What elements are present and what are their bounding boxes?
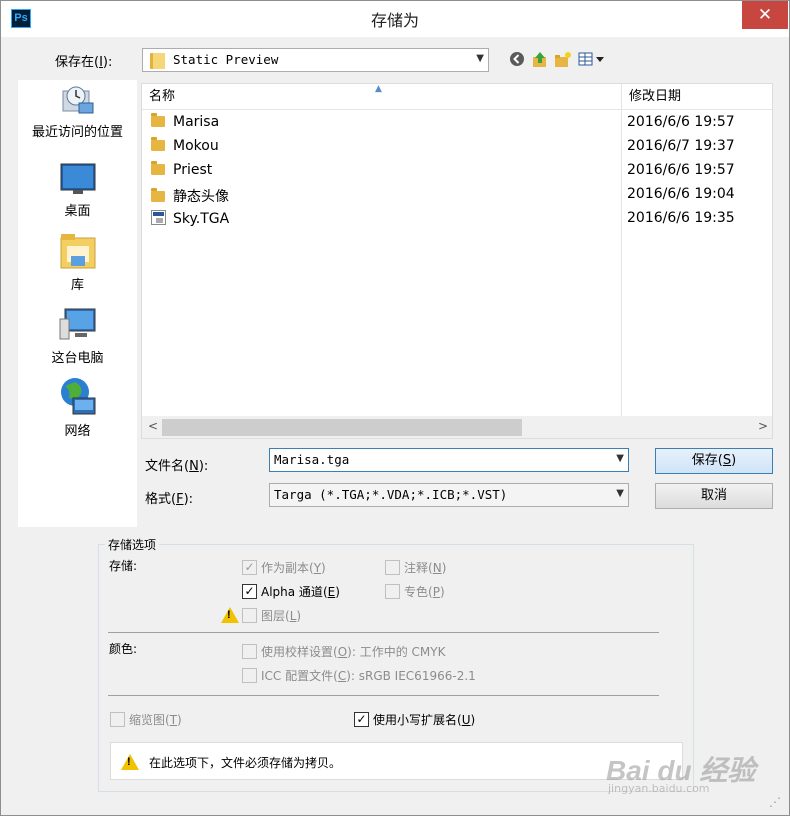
warning-icon: ! bbox=[121, 754, 139, 770]
place-this-pc[interactable]: 这台电脑 bbox=[18, 305, 137, 366]
filename-label: 文件名(N): bbox=[145, 459, 209, 474]
thumbnail-checkbox[interactable]: 缩览图(T) bbox=[110, 711, 182, 728]
file-name: Marisa bbox=[173, 114, 220, 130]
scroll-left-icon[interactable]: < bbox=[148, 419, 158, 433]
checkmark-icon: ✓ bbox=[354, 712, 369, 727]
file-name: Mokou bbox=[173, 138, 219, 154]
resize-grip-icon[interactable]: ⋰ bbox=[769, 795, 781, 809]
close-icon: ✕ bbox=[757, 5, 773, 25]
save-as-dialog: Ps 存储为 ✕ 保存在(I): Static Preview ▼ 最近访问的位… bbox=[0, 0, 790, 816]
scroll-right-icon[interactable]: > bbox=[758, 419, 768, 433]
checkmark-icon: ✓ bbox=[242, 584, 257, 599]
place-libraries[interactable]: 库 bbox=[18, 232, 137, 293]
up-one-level-button[interactable] bbox=[531, 51, 549, 69]
folder-icon bbox=[151, 137, 165, 151]
view-menu-button[interactable] bbox=[578, 51, 606, 69]
file-row[interactable]: Priest 2016/6/6 19:57 bbox=[142, 159, 772, 183]
network-icon bbox=[59, 376, 97, 416]
folder-icon bbox=[151, 161, 165, 175]
as-copy-checkbox[interactable]: ✓ 作为副本(Y) bbox=[242, 559, 326, 576]
close-button[interactable]: ✕ bbox=[742, 1, 788, 29]
spot-colors-checkbox[interactable]: 专色(P) bbox=[385, 583, 445, 600]
folder-icon bbox=[150, 53, 165, 69]
divider bbox=[108, 632, 659, 633]
scrollbar-thumb[interactable] bbox=[162, 419, 522, 436]
filename-input[interactable]: Marisa.tga ▼ bbox=[269, 448, 629, 472]
cancel-button[interactable]: 取消 bbox=[655, 483, 773, 509]
new-folder-button[interactable] bbox=[554, 51, 572, 69]
baidu-watermark: Bai du 经验 jingyan.baidu.com bbox=[606, 731, 756, 801]
place-recent[interactable]: 最近访问的位置 bbox=[18, 83, 137, 140]
chevron-down-icon: ▼ bbox=[476, 53, 484, 64]
horizontal-scrollbar[interactable]: < > bbox=[142, 416, 772, 438]
up-folder-icon bbox=[533, 52, 546, 67]
recent-places-icon bbox=[59, 83, 97, 117]
view-menu-icon bbox=[578, 52, 604, 66]
file-date: 2016/6/7 19:37 bbox=[627, 138, 735, 154]
place-label: 桌面 bbox=[64, 204, 91, 219]
warning-icon: ! bbox=[221, 607, 239, 623]
place-label: 这台电脑 bbox=[51, 351, 104, 366]
new-folder-icon bbox=[555, 52, 571, 67]
place-label: 最近访问的位置 bbox=[31, 125, 123, 140]
desktop-icon bbox=[59, 162, 97, 196]
file-date: 2016/6/6 19:57 bbox=[627, 114, 735, 130]
checkmark-icon: ✓ bbox=[242, 560, 257, 575]
color-label: 颜色: bbox=[109, 642, 138, 656]
notes-checkbox[interactable]: 注释(N) bbox=[385, 559, 446, 576]
libraries-icon bbox=[59, 232, 97, 270]
back-button[interactable] bbox=[508, 51, 526, 69]
notice-text: 在此选项下，文件必须存储为拷贝。 bbox=[149, 756, 342, 770]
place-desktop[interactable]: 桌面 bbox=[18, 162, 137, 219]
file-name: Priest bbox=[173, 162, 213, 178]
chevron-down-icon[interactable]: ▼ bbox=[616, 453, 624, 464]
save-in-value: Static Preview bbox=[173, 52, 279, 67]
file-date: 2016/6/6 19:57 bbox=[627, 162, 735, 178]
alpha-channels-checkbox[interactable]: ✓ Alpha 通道(E) bbox=[242, 583, 340, 600]
file-list: 名称 ▲ 修改日期 Marisa 2016/6/6 19:57 Mokou 20… bbox=[141, 83, 773, 439]
divider bbox=[108, 695, 659, 696]
title-bar: Ps 存储为 ✕ bbox=[1, 1, 789, 37]
file-name: 静态头像 bbox=[173, 189, 229, 205]
storage-label: 存储: bbox=[109, 559, 138, 573]
tga-file-icon bbox=[151, 210, 166, 225]
back-icon bbox=[510, 52, 524, 66]
use-proof-setup-checkbox[interactable]: 使用校样设置(O): 工作中的 CMYK bbox=[242, 643, 445, 660]
place-network[interactable]: 网络 bbox=[18, 376, 137, 439]
chevron-down-icon: ▼ bbox=[616, 488, 624, 499]
save-in-dropdown[interactable]: Static Preview ▼ bbox=[142, 48, 489, 72]
folder-icon bbox=[151, 188, 165, 202]
format-value: Targa (*.TGA;*.VDA;*.ICB;*.VST) bbox=[274, 487, 508, 502]
file-row[interactable]: 静态头像 2016/6/6 19:04 bbox=[142, 183, 772, 207]
file-date: 2016/6/6 19:04 bbox=[627, 186, 735, 202]
places-bar: 最近访问的位置 桌面 库 这台电脑 网络 bbox=[18, 80, 137, 527]
save-options-legend: 存储选项 bbox=[105, 536, 160, 553]
dialog-title: 存储为 bbox=[370, 11, 419, 30]
file-row[interactable]: Marisa 2016/6/6 19:57 bbox=[142, 111, 772, 135]
format-dropdown[interactable]: Targa (*.TGA;*.VDA;*.ICB;*.VST) ▼ bbox=[269, 483, 629, 507]
sort-ascending-icon: ▲ bbox=[375, 84, 382, 94]
filename-value: Marisa.tga bbox=[274, 452, 350, 467]
folder-icon bbox=[151, 113, 165, 127]
column-header-date[interactable]: 修改日期 bbox=[622, 84, 772, 110]
file-date: 2016/6/6 19:35 bbox=[627, 210, 735, 226]
save-button[interactable]: 保存(S) bbox=[655, 448, 773, 474]
place-label: 网络 bbox=[64, 424, 91, 439]
icc-profile-checkbox[interactable]: ICC 配置文件(C): sRGB IEC61966-2.1 bbox=[242, 667, 476, 684]
save-in-label: 保存在(I): bbox=[55, 55, 113, 70]
layers-checkbox[interactable]: 图层(L) bbox=[242, 607, 301, 624]
copy-notice: ! 在此选项下，文件必须存储为拷贝。 bbox=[110, 742, 683, 780]
this-pc-icon bbox=[59, 305, 97, 343]
watermark-url: jingyan.baidu.com bbox=[608, 782, 710, 795]
format-label: 格式(F): bbox=[145, 492, 194, 507]
place-label: 库 bbox=[70, 278, 84, 293]
lowercase-extension-checkbox[interactable]: ✓ 使用小写扩展名(U) bbox=[354, 711, 475, 728]
file-name: Sky.TGA bbox=[173, 211, 230, 227]
file-row[interactable]: Mokou 2016/6/7 19:37 bbox=[142, 135, 772, 159]
file-row[interactable]: Sky.TGA 2016/6/6 19:35 bbox=[142, 207, 772, 231]
